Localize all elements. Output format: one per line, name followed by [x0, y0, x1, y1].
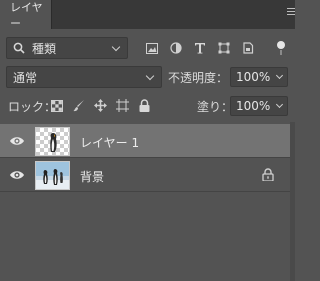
lock-all-icon[interactable]	[138, 99, 151, 112]
layer-row[interactable]: レイヤー 1	[0, 124, 290, 158]
layer-name[interactable]: 背景	[80, 168, 104, 185]
layer-lock-icon[interactable]	[262, 168, 274, 181]
tab-layers-label: レイヤー	[10, 0, 43, 30]
chevron-down-icon	[275, 71, 284, 80]
filter-kind-select[interactable]: 種類	[6, 37, 128, 59]
layer-filter-row: 種類	[0, 37, 295, 59]
type-filter-icon[interactable]	[194, 42, 206, 54]
tab-layers[interactable]: レイヤー	[0, 0, 52, 30]
opacity-label: 不透明度：	[168, 71, 229, 85]
fill-value: 100%	[236, 99, 271, 113]
visibility-eye-icon[interactable]	[9, 135, 25, 147]
layer-thumbnail	[35, 127, 70, 156]
image-filter-icon[interactable]	[146, 42, 158, 54]
layer-name[interactable]: レイヤー 1	[80, 134, 139, 151]
smart-object-filter-icon[interactable]	[242, 42, 254, 54]
search-icon	[13, 42, 25, 54]
opacity-field[interactable]: 100%	[230, 67, 288, 87]
layers-list: レイヤー 1 背景	[0, 122, 295, 281]
lock-image-icon[interactable]	[72, 99, 85, 112]
blend-mode-value: 通常	[13, 70, 38, 85]
filter-kind-label: 種類	[32, 41, 57, 56]
panel-menu-icon[interactable]	[287, 8, 295, 18]
chevron-down-icon	[111, 42, 121, 52]
visibility-eye-icon[interactable]	[9, 169, 25, 181]
opacity-value: 100%	[236, 70, 271, 84]
blend-mode-select[interactable]: 通常	[6, 66, 162, 88]
lock-transparent-icon[interactable]	[50, 99, 63, 112]
layer-thumbnail	[35, 161, 70, 190]
chevron-down-icon	[275, 100, 284, 109]
lock-label: ロック：	[8, 100, 57, 114]
layers-scrollbar[interactable]	[290, 122, 295, 281]
blend-row: 通常 不透明度： 100%	[0, 66, 295, 88]
adjustment-filter-icon[interactable]	[170, 42, 182, 54]
fill-field[interactable]: 100%	[230, 96, 288, 116]
chevron-down-icon	[145, 71, 155, 81]
layer-row[interactable]: 背景	[0, 158, 290, 192]
panel-tab-bar: レイヤー	[0, 0, 295, 30]
fill-label: 塗り：	[197, 100, 234, 114]
lock-row: ロック： 塗り： 100%	[0, 95, 295, 117]
lock-position-icon[interactable]	[94, 99, 107, 112]
shape-filter-icon[interactable]	[218, 42, 230, 54]
lock-artboard-icon[interactable]	[116, 99, 129, 112]
filter-toggle-icon[interactable]	[275, 40, 287, 56]
